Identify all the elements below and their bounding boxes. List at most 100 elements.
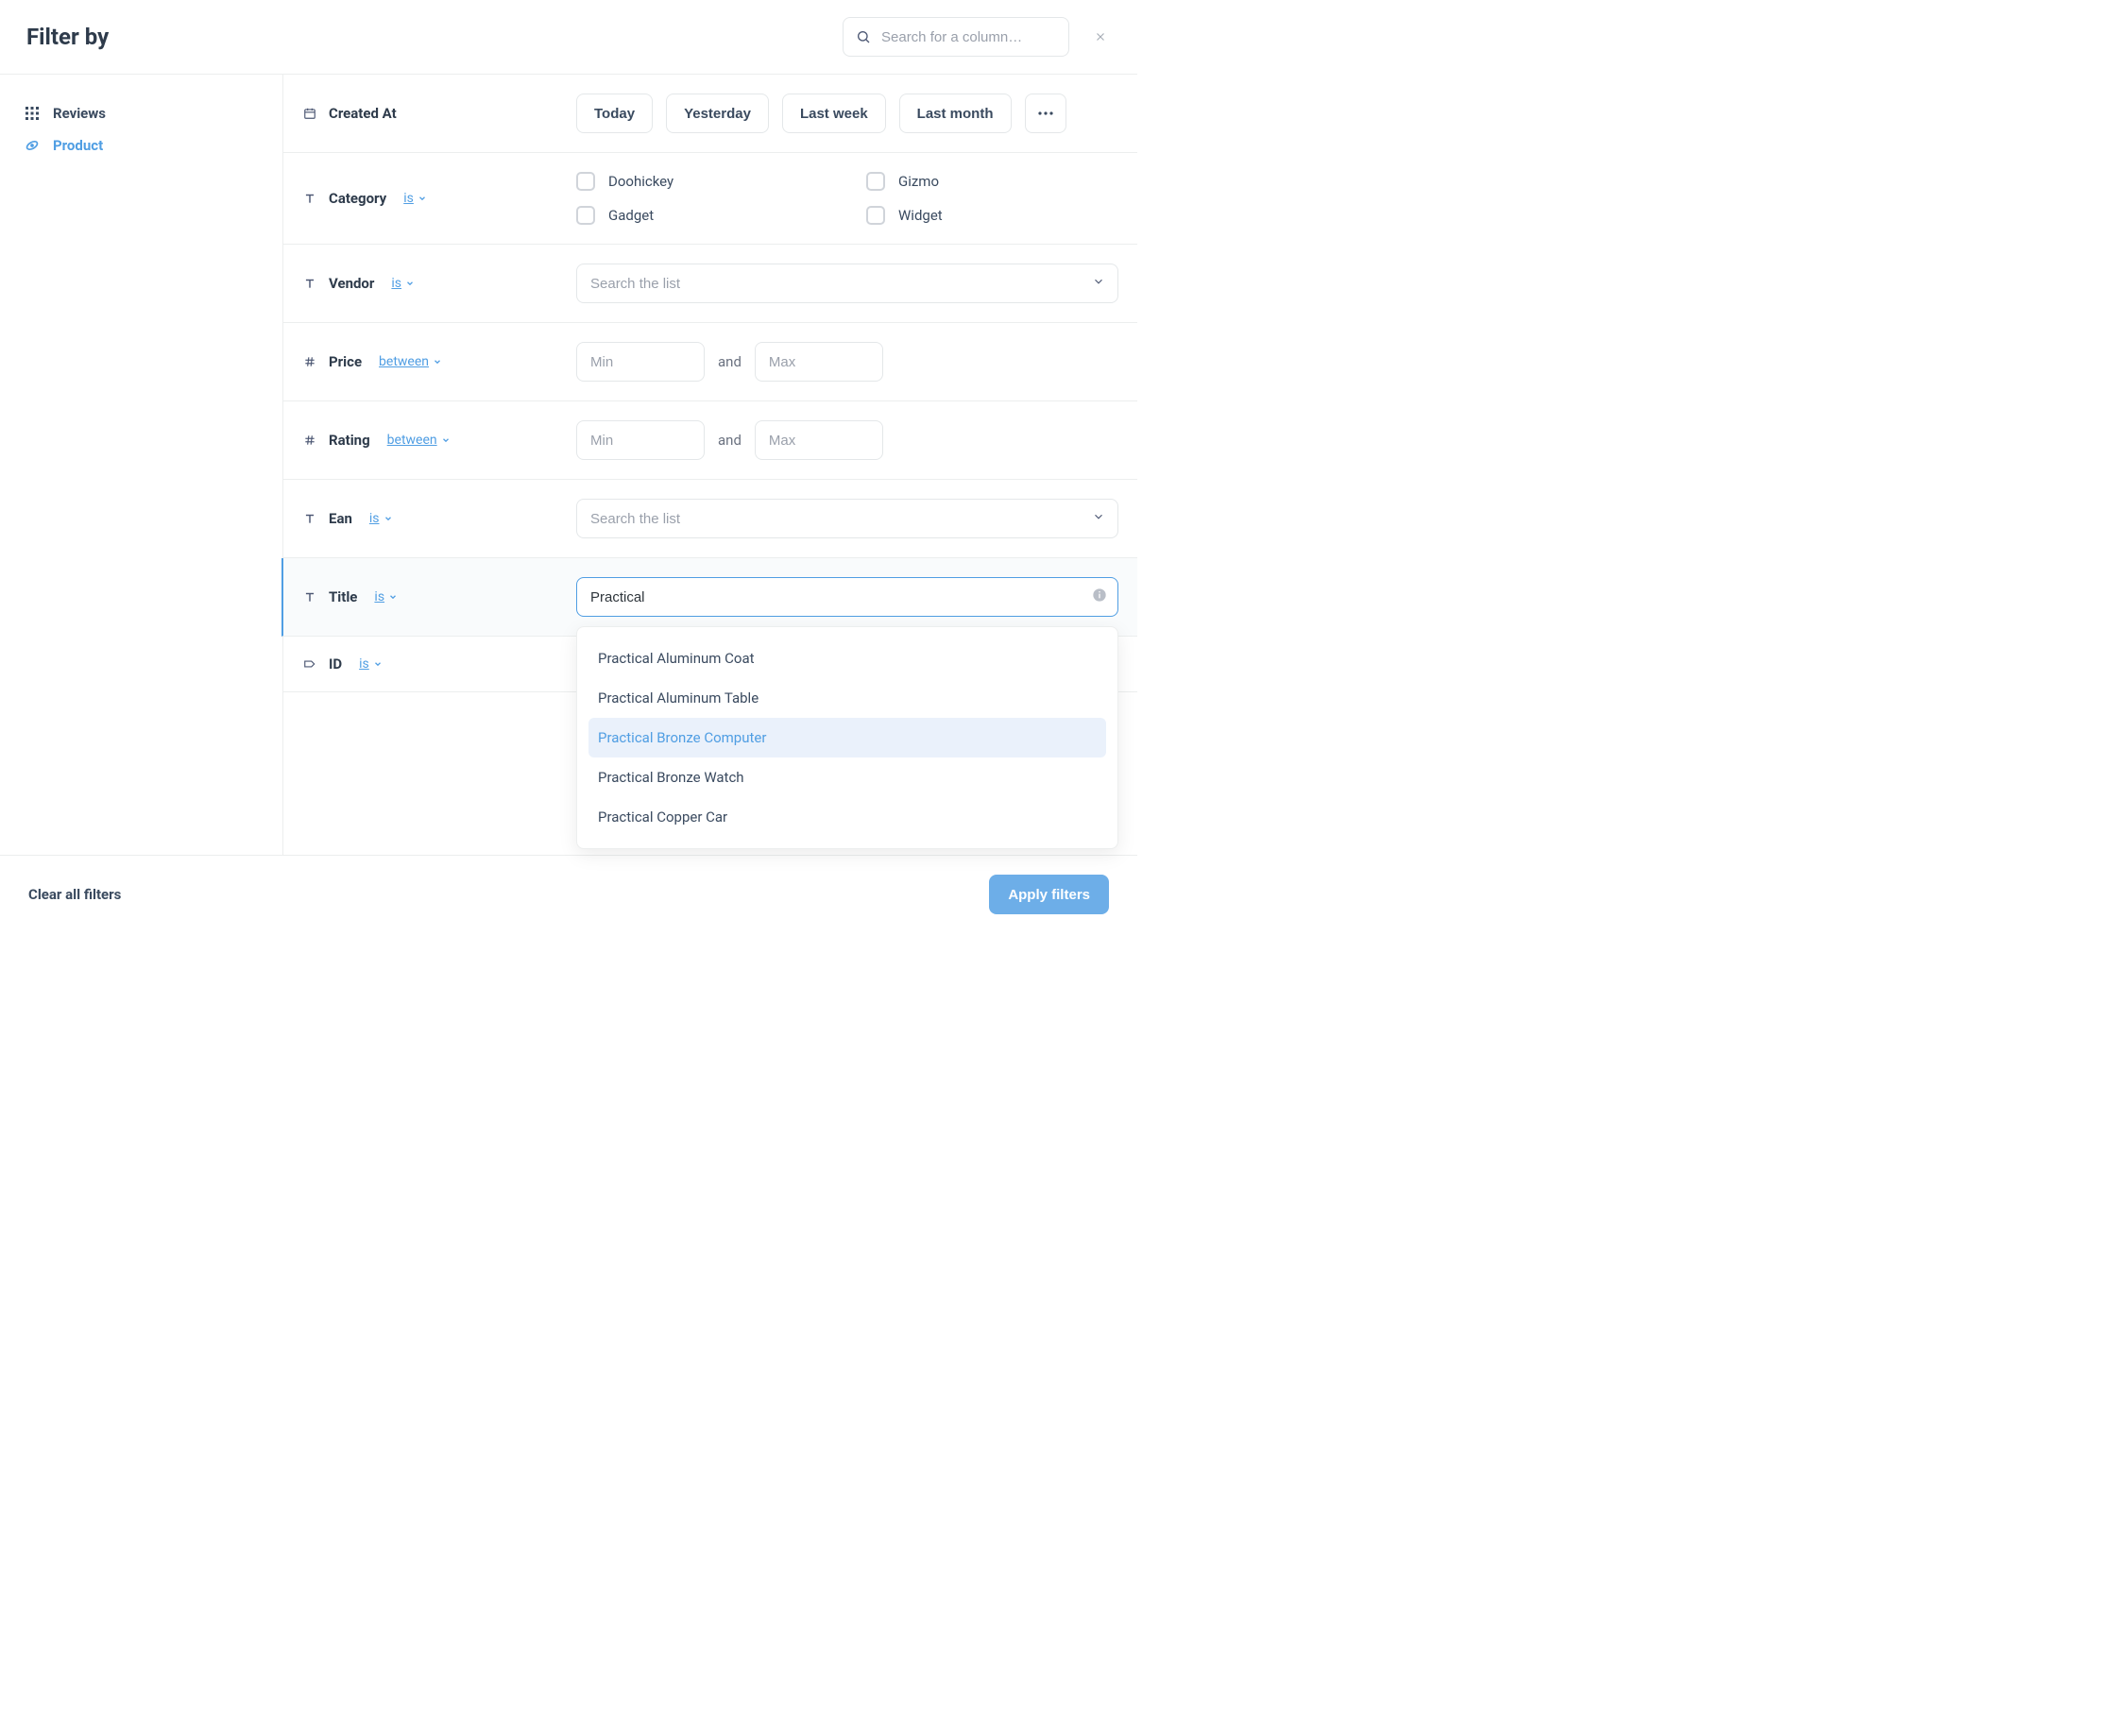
price-max-input[interactable] (755, 342, 883, 382)
filter-label-col: Rating between (302, 432, 557, 449)
operator-selector[interactable]: between (379, 354, 442, 369)
close-icon[interactable] (1092, 28, 1109, 45)
filter-name: Category (329, 190, 386, 207)
header-right (843, 17, 1109, 57)
filter-label-col: Ean is (302, 510, 557, 527)
suggestion-item[interactable]: Practical Bronze Watch (588, 757, 1106, 797)
operator-selector[interactable]: between (387, 433, 451, 448)
and-text: and (718, 353, 742, 370)
body: Reviews Product Created At Today Yesterd… (0, 75, 1137, 855)
suggestion-item[interactable]: Practical Aluminum Coat (588, 638, 1106, 678)
operator-text: between (379, 354, 429, 369)
filter-row-created-at: Created At Today Yesterday Last week Las… (283, 75, 1137, 153)
text-icon (302, 276, 317, 291)
filter-controls: and (576, 342, 1118, 382)
checkbox-label: Doohickey (608, 173, 673, 190)
filter-name: Vendor (329, 275, 374, 292)
suggestion-item[interactable]: Practical Copper Car (588, 797, 1106, 837)
filter-name: Created At (329, 105, 397, 122)
number-icon (302, 433, 317, 448)
tag-icon (302, 656, 317, 672)
sidebar-item-label: Product (53, 137, 103, 154)
text-icon (302, 511, 317, 526)
checkbox-box[interactable] (866, 206, 885, 225)
checkbox-widget[interactable]: Widget (866, 206, 1118, 225)
checkbox-gizmo[interactable]: Gizmo (866, 172, 1118, 191)
apply-filters-button[interactable]: Apply filters (989, 875, 1109, 914)
rating-max-input[interactable] (755, 420, 883, 460)
chevron-down-icon (1092, 510, 1105, 527)
chevron-down-icon (433, 357, 442, 366)
filter-row-category: Category is Doohickey Gizmo (283, 153, 1137, 245)
operator-text: is (374, 589, 384, 604)
main: Created At Today Yesterday Last week Las… (283, 75, 1137, 855)
grid-icon (25, 106, 40, 121)
preset-last-month[interactable]: Last month (899, 94, 1012, 133)
rating-min-input[interactable] (576, 420, 705, 460)
checkbox-box[interactable] (576, 206, 595, 225)
operator-selector[interactable]: is (369, 511, 393, 526)
chevron-down-icon (388, 592, 398, 602)
filter-controls: Today Yesterday Last week Last month (576, 94, 1118, 133)
and-text: and (718, 432, 742, 449)
suggestion-item[interactable]: Practical Aluminum Table (588, 678, 1106, 718)
checkbox-label: Gizmo (898, 173, 939, 190)
info-icon[interactable] (1092, 587, 1107, 606)
checkbox-label: Gadget (608, 207, 654, 224)
chevron-down-icon (441, 435, 451, 445)
preset-last-week[interactable]: Last week (782, 94, 886, 133)
operator-selector[interactable]: is (403, 191, 427, 206)
text-icon (302, 589, 317, 604)
preset-yesterday[interactable]: Yesterday (666, 94, 769, 133)
ean-select[interactable] (576, 499, 1118, 538)
category-options: Doohickey Gizmo Gadget Widget (576, 172, 1118, 225)
price-min-input[interactable] (576, 342, 705, 382)
operator-text: is (359, 656, 369, 672)
operator-selector[interactable]: is (391, 276, 415, 291)
checkbox-box[interactable] (576, 172, 595, 191)
checkbox-box[interactable] (866, 172, 885, 191)
clear-all-filters[interactable]: Clear all filters (28, 886, 121, 903)
sidebar-item-product[interactable]: Product (21, 129, 262, 162)
filter-controls: Doohickey Gizmo Gadget Widget (576, 172, 1118, 225)
checkbox-doohickey[interactable]: Doohickey (576, 172, 828, 191)
filter-row-rating: Rating between and (283, 401, 1137, 480)
preset-today[interactable]: Today (576, 94, 653, 133)
vendor-search-input[interactable] (576, 264, 1118, 303)
operator-selector[interactable]: is (374, 589, 398, 604)
filter-row-price: Price between and (283, 323, 1137, 401)
chevron-down-icon (384, 514, 393, 523)
number-icon (302, 354, 317, 369)
chevron-down-icon (1092, 275, 1105, 292)
filter-row-vendor: Vendor is (283, 245, 1137, 323)
header: Filter by (0, 0, 1137, 75)
operator-text: is (403, 191, 414, 206)
suggestion-item[interactable]: Practical Bronze Computer (588, 718, 1106, 757)
chevron-down-icon (373, 659, 383, 669)
filter-label-col: Category is (302, 190, 557, 207)
filter-name: Title (329, 588, 357, 605)
filter-row-title: Title is Practical Aluminum Coat Practic… (281, 558, 1137, 637)
column-search-wrap (843, 17, 1069, 57)
operator-text: is (391, 276, 401, 291)
filter-name: Price (329, 353, 362, 370)
more-presets-button[interactable] (1025, 94, 1066, 133)
vendor-select[interactable] (576, 264, 1118, 303)
sidebar-item-reviews[interactable]: Reviews (21, 97, 262, 129)
more-icon (1038, 111, 1053, 115)
link-icon (25, 138, 40, 153)
filter-label-col: Created At (302, 105, 557, 122)
operator-text: is (369, 511, 380, 526)
checkbox-gadget[interactable]: Gadget (576, 206, 828, 225)
chevron-down-icon (405, 279, 415, 288)
operator-selector[interactable]: is (359, 656, 383, 672)
title-input[interactable] (576, 577, 1118, 617)
filter-name: ID (329, 655, 342, 672)
filter-name: Rating (329, 432, 370, 449)
ean-search-input[interactable] (576, 499, 1118, 538)
column-search-input[interactable] (843, 17, 1069, 57)
title-input-wrap: Practical Aluminum Coat Practical Alumin… (576, 577, 1118, 617)
filter-label-col: ID is (302, 655, 557, 672)
filter-name: Ean (329, 510, 352, 527)
checkbox-label: Widget (898, 207, 943, 224)
